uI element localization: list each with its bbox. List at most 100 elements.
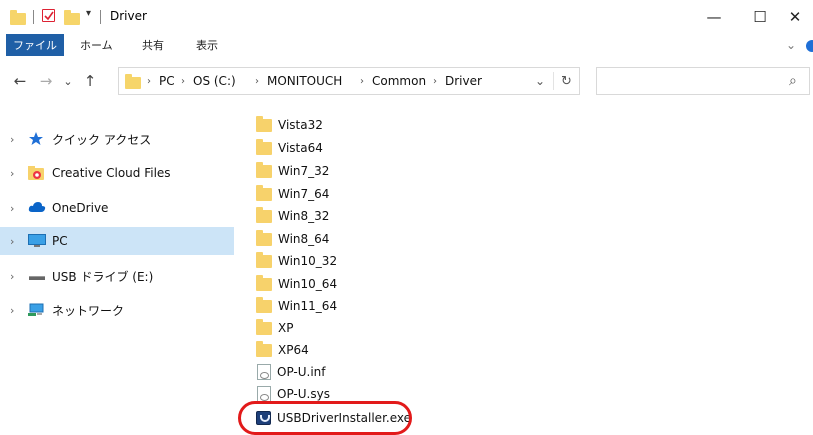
chevron-right-icon: › [181,75,185,87]
up-button[interactable]: ↑ [80,71,100,91]
file-name: Win10_32 [278,254,338,268]
tab-share[interactable]: 共有 [142,34,164,56]
breadcrumb-pc[interactable]: PC [159,68,175,94]
file-name: Win10_64 [278,277,338,291]
list-item[interactable]: Win7_64 [256,183,329,205]
nav-item-label: クイック アクセス [52,132,152,147]
list-item[interactable]: Vista64 [256,137,323,159]
minimize-button[interactable]: — [691,0,737,34]
nav-item-quick-access[interactable]: › クイック アクセス [0,125,234,153]
star-icon [28,132,46,146]
nav-item-network[interactable]: › ネットワーク [0,296,234,324]
search-input[interactable]: ⌕ [596,67,810,95]
chevron-right-icon: › [255,75,259,87]
window-title: Driver [110,9,147,23]
nav-item-onedrive[interactable]: › OneDrive [0,194,234,222]
folder-icon [256,115,272,132]
nav-item-pc[interactable]: › PC [0,227,234,255]
back-button[interactable]: ← [10,71,30,91]
folder-icon [256,184,272,201]
new-folder-icon[interactable] [64,10,80,25]
list-item[interactable]: OP-U.inf [256,361,326,383]
list-item[interactable]: Win10_32 [256,250,337,272]
list-item[interactable]: Win8_64 [256,228,329,250]
file-name: Win8_64 [278,232,330,246]
address-row: ← → ⌄ ↑ › PC › OS (C:) › MONITOUCH › Com… [0,60,813,102]
file-name: Win7_32 [278,164,330,178]
separator [33,10,34,24]
list-item[interactable]: XP64 [256,339,309,361]
chevron-right-icon[interactable]: › [10,202,24,215]
monitor-icon [28,234,46,248]
address-dropdown-icon[interactable]: ⌄ [535,68,545,94]
chevron-right-icon: › [147,75,151,87]
file-name: Win7_64 [278,187,330,201]
list-item[interactable]: Win11_64 [256,295,337,317]
chevron-right-icon[interactable]: › [10,167,24,180]
nav-item-label: Creative Cloud Files [52,166,171,180]
forward-button[interactable]: → [36,71,56,91]
file-name: Vista32 [278,118,323,132]
refresh-icon[interactable]: ↻ [561,68,572,94]
recent-locations-button[interactable]: ⌄ [60,71,76,91]
file-name: Win11_64 [278,299,338,313]
nav-item-label: ネットワーク [52,303,125,318]
separator [553,72,554,90]
breadcrumb-monitouch[interactable]: MONITOUCH [267,68,342,94]
folder-icon[interactable] [10,10,26,25]
chevron-right-icon[interactable]: › [10,235,24,248]
nav-item-usb-drive[interactable]: › USB ドライブ (E:) [0,262,234,290]
list-item[interactable]: Win7_32 [256,160,329,182]
nav-item-label: OneDrive [52,201,109,215]
folder-icon [256,229,272,246]
search-icon: ⌕ [789,73,797,89]
separator [100,10,101,24]
folder-icon [256,340,272,357]
folder-icon [256,318,272,335]
file-name: Win8_32 [278,209,330,223]
folder-icon [256,161,272,178]
file-name: OP-U.sys [277,387,330,401]
folder-icon [256,274,272,291]
network-icon [28,303,46,317]
folder-icon [256,296,272,313]
ribbon-tabs: ファイル ホーム 共有 表示 ⌄ [0,34,813,58]
file-name: XP64 [278,343,309,357]
settings-file-icon [257,364,271,380]
usb-drive-icon [28,269,46,283]
nav-item-creative-cloud-files[interactable]: › Creative Cloud Files [0,159,234,187]
help-icon[interactable] [806,40,813,52]
folder-icon [256,138,272,155]
navigation-pane: › クイック アクセス › Creative Cloud Files › One… [0,102,234,430]
tab-file[interactable]: ファイル [6,34,64,56]
ribbon-expand-icon[interactable]: ⌄ [786,34,796,56]
chevron-right-icon[interactable]: › [10,304,24,317]
chevron-right-icon: › [360,75,364,87]
list-item[interactable]: Vista32 [256,114,323,136]
breadcrumb-driver[interactable]: Driver [445,68,482,94]
file-name: OP-U.inf [277,365,326,379]
nav-item-label: PC [52,234,68,248]
tab-view[interactable]: 表示 [196,34,218,56]
list-item[interactable]: Win8_32 [256,205,329,227]
tab-home[interactable]: ホーム [80,34,113,56]
breadcrumb-os-c[interactable]: OS (C:) [193,68,236,94]
file-name: Vista64 [278,141,323,155]
list-item[interactable]: XP [256,317,293,339]
title-bar: ▾ Driver — ☐ ✕ [0,0,813,34]
file-list: Vista32 Vista64 Win7_32 Win7_64 Win8_32 … [234,102,813,430]
file-name: XP [278,321,294,335]
address-bar[interactable]: › PC › OS (C:) › MONITOUCH › Common › Dr… [118,67,580,95]
list-item[interactable]: Win10_64 [256,273,337,295]
chevron-right-icon[interactable]: › [10,270,24,283]
folder-icon [256,251,272,268]
close-button[interactable]: ✕ [777,0,813,34]
system-file-icon [257,386,271,402]
folder-icon [256,206,272,223]
chevron-right-icon[interactable]: › [10,133,24,146]
cloud-icon [28,201,46,215]
folder-icon [125,74,141,89]
properties-check-icon[interactable] [42,9,55,22]
customize-quick-access-icon[interactable]: ▾ [86,8,91,19]
breadcrumb-common[interactable]: Common [372,68,426,94]
